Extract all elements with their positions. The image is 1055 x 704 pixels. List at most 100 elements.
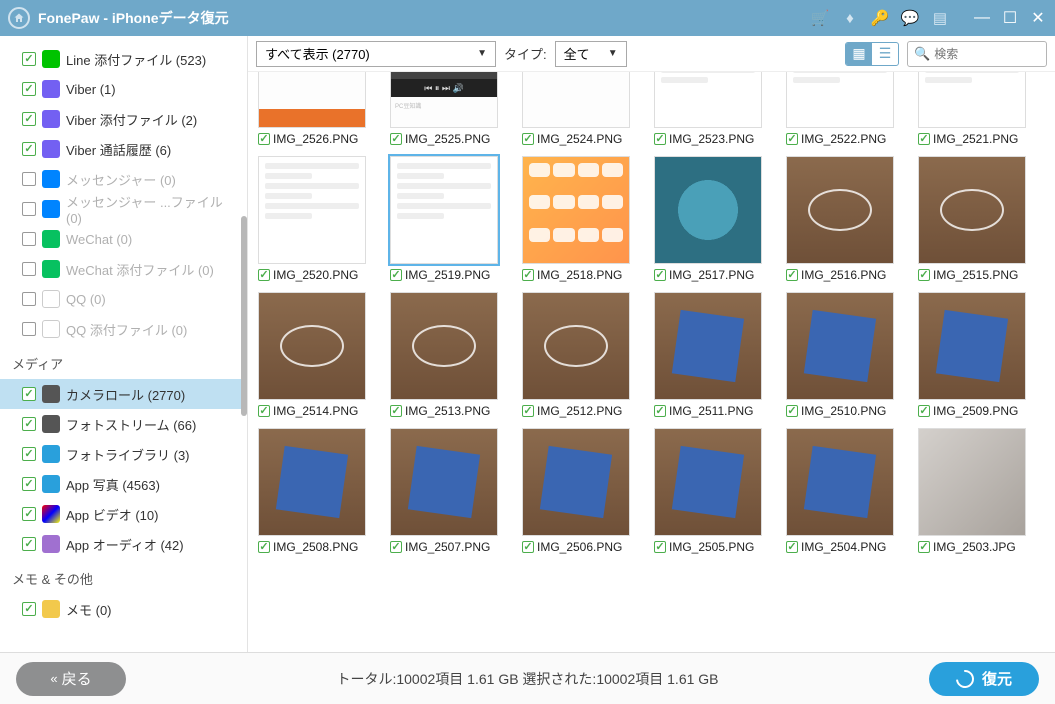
thumbnail-image[interactable] [654,72,762,128]
sidebar-item[interactable]: Line 添付ファイル (523) [0,44,247,74]
thumbnail-image[interactable] [918,72,1026,128]
thumbnail-image[interactable] [522,428,630,536]
sidebar-item[interactable]: Viber 添付ファイル (2) [0,104,247,134]
thumbnail-image[interactable] [918,156,1026,264]
thumbnail-image[interactable] [918,292,1026,400]
home-icon[interactable] [8,7,30,29]
cart-icon[interactable]: 🛒 [812,10,828,26]
recover-button[interactable]: 復元 [929,662,1039,696]
list-view-button[interactable]: ☰ [872,43,898,65]
sidebar-item[interactable]: WeChat (0) [0,224,247,254]
thumbnail-image[interactable] [390,156,498,264]
sidebar-item[interactable]: QQ (0) [0,284,247,314]
sidebar[interactable]: Line 添付ファイル (523)Viber (1)Viber 添付ファイル (… [0,36,248,652]
sidebar-item[interactable]: QQ 添付ファイル (0) [0,314,247,344]
thumbnail-image[interactable]: ⏮ ⏸ ⏭ 🔊PC豆知識 [390,72,498,128]
sidebar-item[interactable]: メッセンジャー ...ファイル (0) [0,194,247,224]
checkbox[interactable] [22,172,36,186]
checkbox[interactable] [258,405,270,417]
thumbnail-image[interactable] [654,156,762,264]
checkbox[interactable] [390,541,402,553]
thumbnail[interactable]: IMG_2516.PNG [786,156,894,282]
note-icon[interactable]: ▤ [932,10,948,26]
checkbox[interactable] [22,447,36,461]
thumbnail-image[interactable]: PC豆知識 [522,72,630,128]
checkbox[interactable] [654,405,666,417]
scrollbar[interactable] [241,216,247,416]
thumbnail[interactable]: IMG_2520.PNG [258,156,366,282]
sidebar-item[interactable]: カメラロール (2770) [0,379,247,409]
key-icon[interactable]: 🔑 [872,10,888,26]
sidebar-item[interactable]: フォトストリーム (66) [0,409,247,439]
sidebar-item[interactable]: App オーディオ (42) [0,529,247,559]
checkbox[interactable] [22,52,36,66]
thumbnail[interactable]: IMG_2507.PNG [390,428,498,554]
checkbox[interactable] [22,82,36,96]
sidebar-item[interactable]: App 写真 (4563) [0,469,247,499]
close-icon[interactable]: ✕ [1029,9,1047,27]
checkbox[interactable] [522,541,534,553]
back-button[interactable]: « 戻る [16,662,126,696]
chat-icon[interactable]: 💬 [902,10,918,26]
checkbox[interactable] [258,541,270,553]
filter-dropdown[interactable]: すべて表示 (2770) ▼ [256,41,496,67]
thumbnail[interactable]: IMG_2521.PNG [918,72,1026,146]
thumbnail[interactable]: IMG_2511.PNG [654,292,762,418]
thumbnail[interactable]: IMG_2509.PNG [918,292,1026,418]
thumbnail[interactable]: IMG_2519.PNG [390,156,498,282]
checkbox[interactable] [522,405,534,417]
checkbox[interactable] [654,541,666,553]
sidebar-item[interactable]: メモ (0) [0,594,247,624]
checkbox[interactable] [918,133,930,145]
checkbox[interactable] [786,133,798,145]
thumbnail-image[interactable] [390,428,498,536]
thumbnail[interactable]: IMG_2512.PNG [522,292,630,418]
checkbox[interactable] [22,507,36,521]
minimize-icon[interactable]: — [973,9,991,27]
checkbox[interactable] [786,405,798,417]
checkbox[interactable] [22,292,36,306]
sidebar-item[interactable]: Viber (1) [0,74,247,104]
checkbox[interactable] [918,405,930,417]
checkbox[interactable] [918,541,930,553]
sidebar-item[interactable]: App ビデオ (10) [0,499,247,529]
checkbox[interactable] [22,477,36,491]
checkbox[interactable] [22,322,36,336]
thumbnail[interactable]: IMG_2513.PNG [390,292,498,418]
diamond-icon[interactable]: ♦ [842,10,858,26]
maximize-icon[interactable]: ☐ [1001,9,1019,27]
thumbnail-image[interactable] [654,292,762,400]
checkbox[interactable] [786,269,798,281]
thumbnail-image[interactable] [258,428,366,536]
thumbnail-image[interactable] [522,292,630,400]
thumbnail[interactable]: IMG_2510.PNG [786,292,894,418]
checkbox[interactable] [22,537,36,551]
checkbox[interactable] [522,269,534,281]
checkbox[interactable] [22,232,36,246]
thumbnail[interactable]: IMG_2515.PNG [918,156,1026,282]
thumbnail-image[interactable] [786,428,894,536]
checkbox[interactable] [390,133,402,145]
thumbnail[interactable]: IMG_2504.PNG [786,428,894,554]
sidebar-item[interactable]: Viber 通話履歴 (6) [0,134,247,164]
checkbox[interactable] [22,417,36,431]
thumbnail[interactable]: IMG_2508.PNG [258,428,366,554]
checkbox[interactable] [22,112,36,126]
thumbnail[interactable]: IMG_2522.PNG [786,72,894,146]
thumbnail-image[interactable] [258,72,366,128]
thumbnail[interactable]: ⏮ ⏸ ⏭ 🔊PC豆知識IMG_2525.PNG [390,72,498,146]
thumbnail-image[interactable] [258,292,366,400]
thumbnail-image[interactable] [918,428,1026,536]
thumbnail[interactable]: IMG_2523.PNG [654,72,762,146]
thumbnail[interactable]: IMG_2518.PNG [522,156,630,282]
checkbox[interactable] [786,541,798,553]
checkbox[interactable] [654,269,666,281]
checkbox[interactable] [258,133,270,145]
checkbox[interactable] [22,602,36,616]
thumbnail[interactable]: IMG_2503.JPG [918,428,1026,554]
thumbnail-image[interactable] [258,156,366,264]
type-dropdown[interactable]: 全て ▼ [555,41,627,67]
search-box[interactable]: 🔍 [907,41,1047,67]
checkbox[interactable] [654,133,666,145]
thumbnail-image[interactable] [522,156,630,264]
